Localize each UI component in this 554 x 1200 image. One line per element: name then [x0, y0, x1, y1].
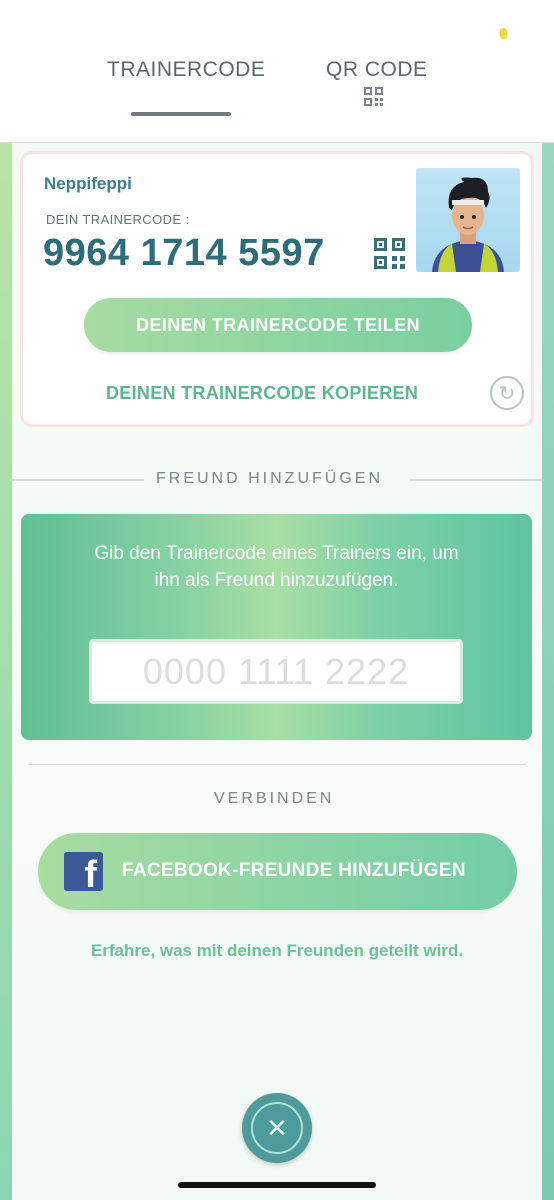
active-tab-underline: [131, 112, 231, 116]
tab-header: TRAINERCODE QR CODE: [0, 0, 554, 143]
add-facebook-friends-button[interactable]: f FACEBOOK-FREUNDE HINZUFÜGEN: [38, 833, 517, 910]
trainer-code-card: Neppifeppi DEIN TRAINERCODE : 9964 1714 …: [20, 151, 534, 427]
qr-code-icon[interactable]: [364, 87, 383, 106]
avatar-image: [432, 177, 504, 272]
share-trainer-code-button[interactable]: DEINEN TRAINERCODE TEILEN: [84, 298, 472, 352]
trainer-code-input[interactable]: [89, 639, 463, 704]
refresh-icon[interactable]: ↻: [490, 376, 524, 410]
facebook-icon: f: [64, 852, 103, 891]
qr-code-icon[interactable]: [374, 238, 405, 269]
avatar: [416, 168, 520, 272]
trainer-code-value: 9964 1714 5597: [43, 232, 325, 274]
add-friend-instructions: Gib den Trainercode eines Trainers ein, …: [94, 543, 459, 591]
connect-section-title: VERBINDEN: [214, 790, 335, 807]
trainer-name: Neppifeppi: [44, 174, 132, 193]
copy-trainer-code-link[interactable]: DEINEN TRAINERCODE KOPIEREN: [106, 383, 418, 404]
close-icon: ✕: [251, 1102, 303, 1154]
trainer-code-label: DEIN TRAINERCODE :: [46, 212, 190, 227]
close-button[interactable]: ✕: [242, 1093, 312, 1163]
divider-line-right: [410, 479, 542, 481]
add-friend-section-title: FREUND HINZUFÜGEN: [156, 470, 383, 487]
tab-qr-code[interactable]: QR CODE: [326, 58, 428, 82]
divider-line: [28, 764, 526, 765]
status-indicator: [500, 28, 507, 39]
tab-trainercode[interactable]: TRAINERCODE: [107, 58, 265, 82]
add-friend-card: Gib den Trainercode eines Trainers ein, …: [21, 514, 532, 740]
sharing-info-link[interactable]: Erfahre, was mit deinen Freunden geteilt…: [0, 941, 554, 961]
facebook-button-label: FACEBOOK-FREUNDE HINZUFÜGEN: [122, 860, 466, 881]
home-indicator: [178, 1182, 376, 1188]
background-strip-right: [540, 143, 554, 1200]
divider-line-left: [12, 479, 144, 481]
